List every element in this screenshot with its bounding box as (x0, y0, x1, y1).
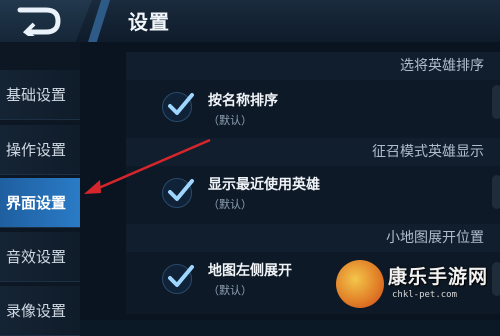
sidebar-item-label: 音效设置 (6, 248, 67, 266)
title-divider (88, 0, 110, 42)
scroll-indicator (492, 85, 500, 119)
sidebar-item-label: 操作设置 (6, 141, 67, 159)
checkmark-icon (168, 93, 194, 115)
option-default-tag: （默认） (208, 198, 252, 211)
sidebar: 基础设置 操作设置 界面设置 音效设置 录像设置 (0, 42, 80, 336)
sidebar-item-label: 基础设置 (6, 86, 67, 104)
section-header-hero-sort: 选将英雄排序 (126, 52, 500, 80)
back-button[interactable] (0, 0, 92, 42)
sidebar-item-sound[interactable]: 音效设置 (0, 232, 80, 282)
sidebar-item-controls[interactable]: 操作设置 (0, 125, 80, 175)
watermark-title: 康乐手游网 (388, 266, 489, 288)
site-watermark: 康乐手游网 chkl-pet.com (336, 256, 500, 316)
option-label: 显示最近使用英雄 (208, 177, 320, 193)
sidebar-item-label: 录像设置 (6, 302, 67, 320)
option-label: 地图左侧展开 (208, 263, 292, 279)
checkbox-minimap-left[interactable] (162, 264, 194, 294)
sidebar-item-replay[interactable]: 录像设置 (0, 286, 80, 336)
option-default-tag: （默认） (208, 284, 252, 297)
watermark-logo-icon (336, 260, 384, 308)
option-default-tag: （默认） (208, 114, 252, 127)
scroll-indicator (492, 175, 500, 209)
option-label: 按名称排序 (208, 93, 278, 109)
section-header-minimap-position: 小地图展开位置 (126, 224, 500, 252)
back-arrow-icon (17, 7, 61, 36)
page-title: 设置 (128, 10, 170, 34)
checkmark-icon (168, 265, 194, 287)
sidebar-item-label: 界面设置 (6, 194, 67, 212)
sidebar-item-basic[interactable]: 基础设置 (0, 70, 80, 120)
top-bar: 设置 (0, 0, 500, 42)
watermark-url: chkl-pet.com (392, 290, 458, 300)
checkmark-icon (168, 179, 194, 201)
sidebar-item-interface[interactable]: 界面设置 (0, 178, 80, 228)
checkbox-sort-by-name[interactable] (162, 92, 194, 122)
section-header-draft-display: 征召模式英雄显示 (126, 138, 500, 166)
checkbox-show-recent[interactable] (162, 178, 194, 208)
